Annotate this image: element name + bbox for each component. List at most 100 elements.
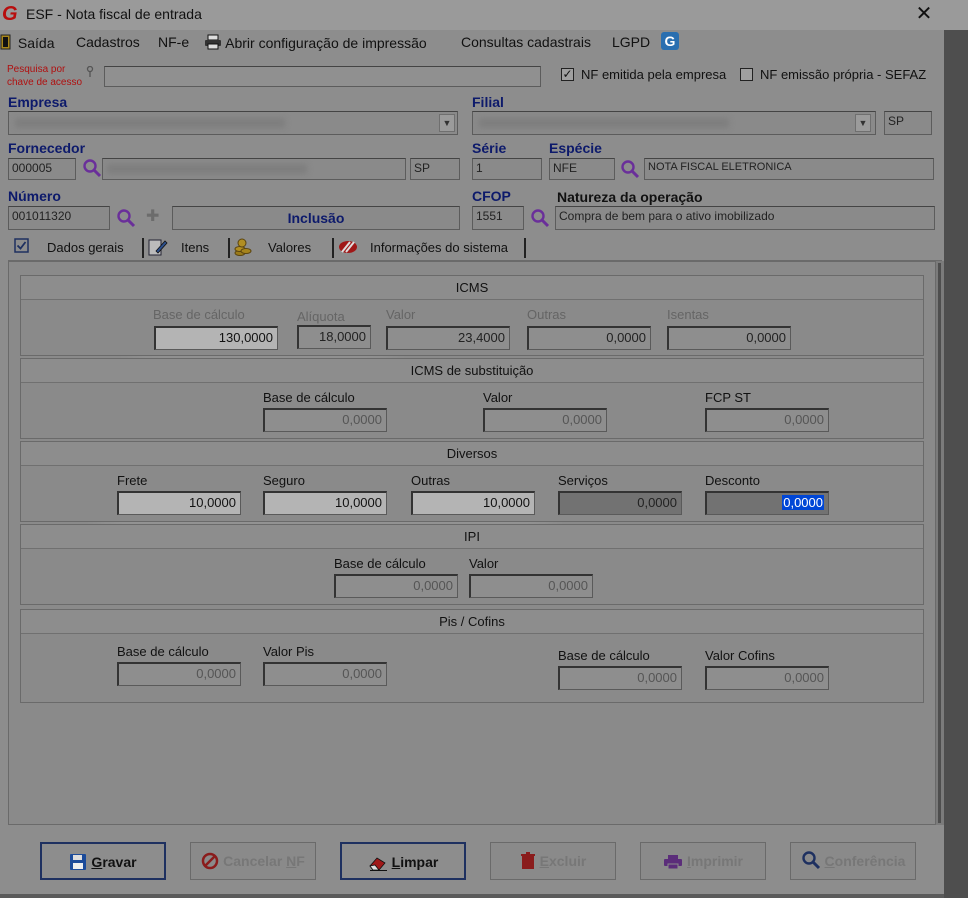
empresa-label: Empresa xyxy=(8,94,68,110)
valor-pis-label: Valor Pis xyxy=(263,644,315,659)
gravar-button[interactable]: Gravar xyxy=(40,842,166,880)
serie-input[interactable]: 1 xyxy=(472,158,542,180)
outras-label: Outras xyxy=(411,473,451,488)
fornecedor-code-input[interactable]: 000005 xyxy=(8,158,76,180)
icms-isentas-input[interactable]: 0,0000 xyxy=(667,326,791,350)
ipi-base-label: Base de cálculo xyxy=(334,556,426,571)
fornecedor-name-field xyxy=(102,158,406,180)
icms-st-base-input[interactable]: 0,0000 xyxy=(263,408,387,432)
add-icon[interactable]: ✚ xyxy=(146,209,159,225)
cofins-base-label: Base de cálculo xyxy=(558,648,650,663)
pis-cofins-title: Pis / Cofins xyxy=(21,610,923,634)
search-key-label-2: chave de acesso xyxy=(7,77,83,88)
valor-cofins-label: Valor Cofins xyxy=(705,648,775,663)
limpar-button[interactable]: Limpar xyxy=(340,842,466,880)
imprimir-button[interactable]: Imprimir xyxy=(640,842,766,880)
icms-base-input[interactable]: 130,0000 xyxy=(154,326,278,350)
nf-emissao-propria-checkbox[interactable] xyxy=(740,68,753,81)
fornecedor-uf-field: SP xyxy=(410,158,460,180)
icms-st-valor-input[interactable]: 0,0000 xyxy=(483,408,607,432)
fcp-st-input[interactable]: 0,0000 xyxy=(705,408,829,432)
ipi-section: IPI Base de cálculo Valor 0,0000 0,0000 xyxy=(20,524,924,605)
tab-dados-gerais[interactable]: Dados gerais xyxy=(12,236,144,260)
nf-emitida-empresa-checkbox[interactable]: ✓ xyxy=(561,68,574,81)
ipi-valor-input[interactable]: 0,0000 xyxy=(469,574,593,598)
coins-icon xyxy=(234,237,252,260)
cancelar-nf-button[interactable]: Cancelar NF xyxy=(190,842,316,880)
tab-itens[interactable]: Itens xyxy=(148,236,230,260)
pis-cofins-section: Pis / Cofins Base de cálculo Valor Pis B… xyxy=(20,609,924,703)
especie-search-icon[interactable] xyxy=(620,159,640,179)
menu-item-cadastros[interactable]: Cadastros xyxy=(76,34,140,50)
icms-section: ICMS Base de cálculo Alíquota Valor Outr… xyxy=(20,275,924,356)
icms-title: ICMS xyxy=(21,276,923,300)
eraser-icon xyxy=(368,848,388,884)
ipi-base-input[interactable]: 0,0000 xyxy=(334,574,458,598)
cfop-search-icon[interactable] xyxy=(530,208,550,228)
trash-icon xyxy=(520,847,536,883)
valor-pis-input[interactable]: 0,0000 xyxy=(263,662,387,686)
save-disk-icon xyxy=(69,848,87,884)
seguro-input[interactable]: 10,0000 xyxy=(263,491,387,515)
close-icon[interactable]: ✕ xyxy=(912,3,936,25)
cfop-input[interactable]: 1551 xyxy=(472,206,524,230)
printer-icon xyxy=(204,34,222,53)
icms-st-title: ICMS de substituição xyxy=(21,359,923,383)
scrollbar-thumb[interactable] xyxy=(938,263,941,823)
frete-input[interactable]: 10,0000 xyxy=(117,491,241,515)
ipi-valor-label: Valor xyxy=(469,556,499,571)
nf-emitida-empresa-label: NF emitida pela empresa xyxy=(581,67,727,82)
fornecedor-redacted xyxy=(107,164,307,174)
background-desktop xyxy=(944,0,968,898)
limpar-label: impar xyxy=(400,854,439,870)
icms-aliquota-input[interactable]: 18,0000 xyxy=(297,325,371,349)
menu-item-lgpd[interactable]: LGPD xyxy=(612,34,650,50)
menu-bar: Saída Cadastros NF-e Abrir configuração … xyxy=(0,30,944,56)
valor-cofins-input[interactable]: 0,0000 xyxy=(705,666,829,690)
tab-valores[interactable]: Valores xyxy=(234,236,334,260)
icms-aliquota-label: Alíquota xyxy=(297,309,345,324)
window-title: ESF - Nota fiscal de entrada xyxy=(26,6,202,22)
empresa-redacted xyxy=(15,118,285,128)
access-key-search-input[interactable] xyxy=(104,66,541,87)
numero-label: Número xyxy=(8,188,61,204)
chevron-down-icon[interactable]: ▼ xyxy=(855,114,871,132)
outras-input[interactable]: 10,0000 xyxy=(411,491,535,515)
tab-label: Dados gerais xyxy=(47,240,124,255)
numero-search-icon[interactable] xyxy=(116,208,136,228)
conferencia-label-first: C xyxy=(824,853,835,869)
natureza-label: Natureza da operação xyxy=(557,189,703,205)
excluir-button[interactable]: Excluir xyxy=(490,842,616,880)
icms-outras-input[interactable]: 0,0000 xyxy=(527,326,651,350)
empresa-select[interactable]: ▼ xyxy=(8,111,458,135)
servicos-input[interactable]: 0,0000 xyxy=(558,491,682,515)
chevron-down-icon[interactable]: ▼ xyxy=(439,114,455,132)
serie-label: Série xyxy=(472,140,507,156)
conferencia-button[interactable]: Conferência xyxy=(790,842,916,880)
numero-input[interactable]: 001011320 xyxy=(8,206,110,230)
tab-separator xyxy=(332,238,334,258)
menu-item-nfe[interactable]: NF-e xyxy=(158,34,189,50)
vertical-scrollbar[interactable] xyxy=(936,261,944,825)
tab-separator xyxy=(142,238,144,258)
lgpd-shield-icon[interactable]: G xyxy=(660,31,680,54)
magnifier-icon xyxy=(801,847,821,883)
tab-informacoes-sistema[interactable]: Informações do sistema xyxy=(338,236,526,260)
menu-item-saida[interactable]: Saída xyxy=(0,34,54,53)
cofins-base-input[interactable]: 0,0000 xyxy=(558,666,682,690)
title-bar: G ESF - Nota fiscal de entrada ✕ xyxy=(0,0,968,30)
especie-input[interactable]: NFE xyxy=(549,158,615,180)
icms-valor-input[interactable]: 23,4000 xyxy=(386,326,510,350)
frete-label: Frete xyxy=(117,473,148,488)
tab-label: Valores xyxy=(268,240,312,255)
menu-item-consultas[interactable]: Consultas cadastrais xyxy=(461,34,591,50)
menu-item-print-config[interactable]: Abrir configuração de impressão xyxy=(204,34,427,53)
fornecedor-search-icon[interactable] xyxy=(82,158,102,178)
filial-select[interactable]: ▼ xyxy=(472,111,876,135)
cancelar-label: Cancelar xyxy=(223,853,287,869)
desconto-input[interactable]: 0,0000 xyxy=(705,491,829,515)
pis-base-input[interactable]: 0,0000 xyxy=(117,662,241,686)
icms-outras-label: Outras xyxy=(527,307,567,322)
exit-door-icon xyxy=(0,34,14,53)
tab-label: Informações do sistema xyxy=(370,240,509,255)
